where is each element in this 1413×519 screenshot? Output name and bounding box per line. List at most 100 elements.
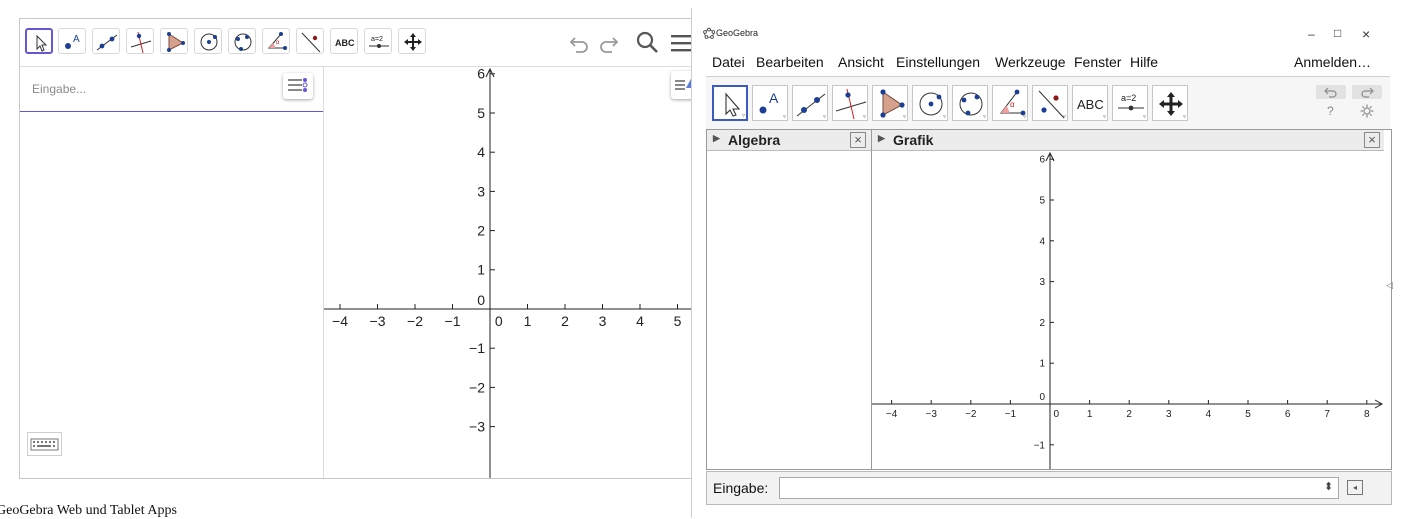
x-tick-label: 4 (1206, 409, 1212, 420)
circle-three-points-tool-button[interactable] (228, 28, 256, 54)
text-tool-button[interactable]: ABC ▿ (1072, 85, 1108, 121)
x-tick-label: 0 (1054, 409, 1060, 420)
web-input-row[interactable]: Eingabe... (20, 67, 323, 112)
menu-icon[interactable] (669, 32, 693, 54)
y-tick-label: −2 (469, 379, 485, 395)
menu-fenster[interactable]: Fenster (1074, 54, 1121, 70)
algebra-title: Algebra (728, 132, 781, 148)
menu-datei[interactable]: Datei (712, 54, 745, 70)
y-tick-label: 0 (1039, 392, 1045, 403)
move-graphics-view-tool-button[interactable] (398, 28, 426, 54)
text-tool-button[interactable]: ABC (330, 28, 358, 54)
settings-gear-icon[interactable] (1360, 104, 1374, 118)
circle-center-tool-button[interactable] (194, 28, 222, 54)
y-tick-label: 4 (477, 144, 485, 160)
menu-ansicht[interactable]: Ansicht (838, 54, 884, 70)
figure-caption: GeoGebra Web und Tablet Apps (0, 503, 177, 518)
x-tick-label: 8 (1364, 409, 1370, 420)
undo-icon[interactable] (568, 32, 592, 54)
polygon-tool-button[interactable]: ▿ (872, 85, 908, 121)
perpendicular-tool-button[interactable] (126, 28, 154, 54)
y-tick-label: 2 (477, 223, 485, 239)
minimize-button[interactable]: – (1308, 27, 1315, 41)
algebra-close-button[interactable]: × (850, 132, 866, 148)
help-icon[interactable]: ? (1327, 104, 1334, 118)
y-tick-label: 6 (1039, 155, 1045, 166)
y-tick-label: 2 (1039, 318, 1045, 329)
collapse-arrow-icon[interactable]: ▶ (878, 133, 885, 144)
search-icon[interactable] (635, 30, 659, 54)
x-tick-label: −3 (370, 313, 386, 329)
menu-bar: Datei Bearbeiten Ansicht Einstellungen W… (706, 52, 1396, 74)
polygon-tool-button[interactable] (160, 28, 188, 54)
y-tick-label: 4 (1039, 236, 1045, 247)
slider-tool-button[interactable]: a=2 ▿ (1112, 85, 1148, 121)
line-tool-button[interactable] (92, 28, 120, 54)
close-button[interactable]: × (1362, 26, 1370, 42)
x-tick-label: −2 (407, 313, 423, 329)
keyboard-button[interactable] (27, 432, 62, 456)
circle-three-points-tool-button[interactable]: ▿ (952, 85, 988, 121)
graphics-close-button[interactable]: × (1364, 132, 1380, 148)
web-input-placeholder[interactable]: Eingabe... (32, 82, 86, 96)
circle-center-tool-button[interactable]: ▿ (912, 85, 948, 121)
x-tick-label: −1 (445, 313, 461, 329)
undo-icon (1324, 87, 1337, 98)
redo-icon (1361, 87, 1374, 98)
input-field[interactable]: ⬍ (779, 477, 1339, 499)
slider-icon: a=2 (369, 36, 389, 48)
x-tick-label: 1 (524, 313, 532, 329)
move-tool-button[interactable] (25, 28, 53, 54)
sidebar-toggle-icon[interactable]: ◁ (1386, 280, 1393, 291)
reflect-tool-button[interactable]: ▿ (1032, 85, 1068, 121)
y-tick-label: −1 (1034, 440, 1046, 451)
input-history-icon[interactable]: ⬍ (1324, 480, 1333, 493)
circle-center-icon (200, 33, 218, 51)
x-tick-label: 5 (674, 313, 682, 329)
maximize-button[interactable]: □ (1334, 26, 1341, 40)
input-label: Eingabe: (713, 480, 769, 496)
redo-icon[interactable] (596, 32, 620, 54)
menu-bearbeiten[interactable]: Bearbeiten (756, 54, 824, 70)
point-tool-button[interactable]: A ▿ (752, 85, 788, 121)
desktop-graphics-canvas[interactable]: −4 −3 −2 −1 0 1 2 3 4 5 6 7 8 6 5 4 3 2 1 0 −1 (872, 151, 1384, 469)
graphics-titlebar[interactable]: ▶ Grafik × (872, 130, 1384, 151)
redo-button[interactable] (1352, 85, 1382, 99)
perpendicular-tool-button[interactable]: ▿ (832, 85, 868, 121)
web-graphics-view[interactable]: −4 −3 −2 −1 0 1 2 3 4 5 6 5 4 3 2 1 0 −1 −2 −3 (324, 67, 722, 478)
svg-text:ABC: ABC (1077, 97, 1104, 112)
menu-werkzeuge[interactable]: Werkzeuge (995, 54, 1066, 70)
desktop-app-window: GeoGebra – □ × Datei Bearbeiten Ansicht … (691, 8, 1405, 518)
reflect-tool-button[interactable] (296, 28, 324, 54)
x-tick-label: −4 (332, 313, 348, 329)
svg-text:ABC: ABC (335, 38, 355, 48)
keyboard-icon (30, 438, 59, 451)
undo-button[interactable] (1316, 85, 1346, 99)
collapse-arrow-icon[interactable]: ▶ (713, 133, 720, 144)
undo-redo-group: ? (1316, 85, 1384, 123)
web-algebra-panel: Eingabe... (20, 67, 324, 478)
point-tool-button[interactable]: A (58, 28, 86, 54)
slider-tool-button[interactable]: a=2 (364, 28, 392, 54)
algebra-settings-button[interactable] (283, 73, 313, 99)
line-tool-button[interactable]: ▿ (792, 85, 828, 121)
x-tick-label: 5 (1245, 409, 1251, 420)
move-graphics-view-tool-button[interactable]: ▿ (1152, 85, 1188, 121)
perpendicular-line-icon (130, 31, 152, 54)
web-toolbar: A α ABC a=2 (20, 19, 722, 67)
polygon-icon (167, 32, 185, 52)
y-tick-label: 3 (1039, 277, 1045, 288)
x-tick-label: 4 (636, 313, 644, 329)
move-tool-button[interactable]: ▿ (712, 85, 748, 121)
menu-einstellungen[interactable]: Einstellungen (896, 54, 980, 70)
login-link[interactable]: Anmelden… (1294, 54, 1371, 70)
web-app-window: A α ABC a=2 Eingabe... −4 −3 −2 −1 0 1 2… (19, 18, 723, 479)
angle-tool-button[interactable]: α (262, 28, 290, 54)
y-tick-label: 1 (477, 262, 485, 278)
input-help-button[interactable]: ◂ (1347, 480, 1363, 495)
cursor-arrow-icon (36, 34, 48, 52)
algebra-titlebar[interactable]: ▶ Algebra × (707, 130, 871, 151)
svg-text:a=2: a=2 (371, 36, 383, 43)
menu-hilfe[interactable]: Hilfe (1130, 54, 1158, 70)
angle-tool-button[interactable]: α ▿ (992, 85, 1028, 121)
